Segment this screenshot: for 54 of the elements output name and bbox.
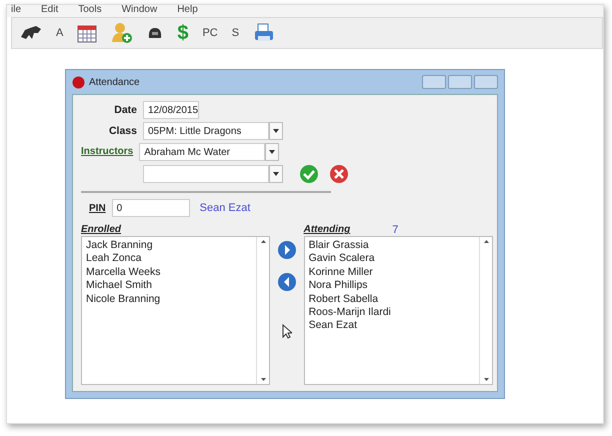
attending-label: Attending xyxy=(304,224,350,236)
pin-field[interactable]: 0 xyxy=(112,199,190,217)
student-name: Sean Ezat xyxy=(200,202,250,214)
class-label: Class xyxy=(108,124,137,138)
attending-count: 7 xyxy=(392,224,398,236)
scroll-down-icon[interactable] xyxy=(260,378,266,381)
toolbar-button[interactable]: S xyxy=(232,27,240,39)
dropdown-field[interactable]: 05PM: Little Dragons xyxy=(143,122,269,140)
toolbar-button[interactable]: A xyxy=(56,27,64,39)
menu-item[interactable]: Window xyxy=(122,5,158,17)
list-item[interactable]: Roos-Marijn Ilardi xyxy=(308,306,475,320)
caret-icon xyxy=(273,129,279,133)
list-item[interactable]: Sean Ezat xyxy=(308,319,475,333)
helmet-icon[interactable] xyxy=(147,26,164,40)
dropdown-field[interactable]: Abraham Mc Water xyxy=(139,143,266,161)
person-add-icon[interactable] xyxy=(111,22,134,44)
menu-item[interactable]: Edit xyxy=(41,5,58,17)
list-item[interactable]: Robert Sabella xyxy=(308,292,475,306)
menu-item[interactable]: Tools xyxy=(78,5,102,17)
dropdown-button[interactable] xyxy=(265,143,280,161)
toolbar-button[interactable]: PC xyxy=(202,27,218,39)
list-item[interactable]: Leah Zonca xyxy=(86,252,252,266)
printer-icon[interactable] xyxy=(253,23,276,43)
menu-item[interactable]: ile xyxy=(11,5,22,17)
scroll-up-icon[interactable] xyxy=(484,240,488,243)
calendar-icon[interactable] xyxy=(77,23,98,43)
list-item[interactable]: Blair Grassia xyxy=(308,239,475,252)
menu-item[interactable]: Help xyxy=(177,5,198,17)
list-item[interactable]: Marcella Weeks xyxy=(86,266,252,280)
list-item[interactable]: Michael Smith xyxy=(86,279,252,293)
cursor-icon xyxy=(282,324,292,339)
date-label: Date xyxy=(113,103,137,117)
caret-icon xyxy=(273,172,279,176)
dropdown-button[interactable] xyxy=(269,122,283,140)
move-right-icon[interactable] xyxy=(277,240,297,260)
dropdown-button[interactable] xyxy=(269,165,283,183)
enrolled-label: Enrolled xyxy=(81,224,122,236)
move-left-icon[interactable] xyxy=(277,272,297,292)
app-icon xyxy=(72,76,85,88)
confirm-icon[interactable] xyxy=(299,164,319,184)
list-item[interactable]: Nora Phillips xyxy=(308,279,475,293)
date-field[interactable]: 12/08/2015 xyxy=(143,101,199,119)
list-item[interactable]: Jack Branning xyxy=(86,239,252,252)
cancel-icon[interactable] xyxy=(329,164,349,184)
scroll-down-icon[interactable] xyxy=(484,378,488,381)
list-item[interactable]: Gavin Scalera xyxy=(308,252,475,266)
caret-icon xyxy=(269,150,276,154)
dropdown-field[interactable] xyxy=(143,165,269,183)
instructors-link[interactable]: Instructors xyxy=(81,145,134,159)
list-item[interactable]: Korinne Miller xyxy=(308,266,475,280)
scroll-up-icon[interactable] xyxy=(260,240,266,243)
list-item[interactable]: Nicole Branning xyxy=(86,292,252,306)
window-title: Attendance xyxy=(89,76,140,88)
pin-label: PIN xyxy=(89,202,106,214)
